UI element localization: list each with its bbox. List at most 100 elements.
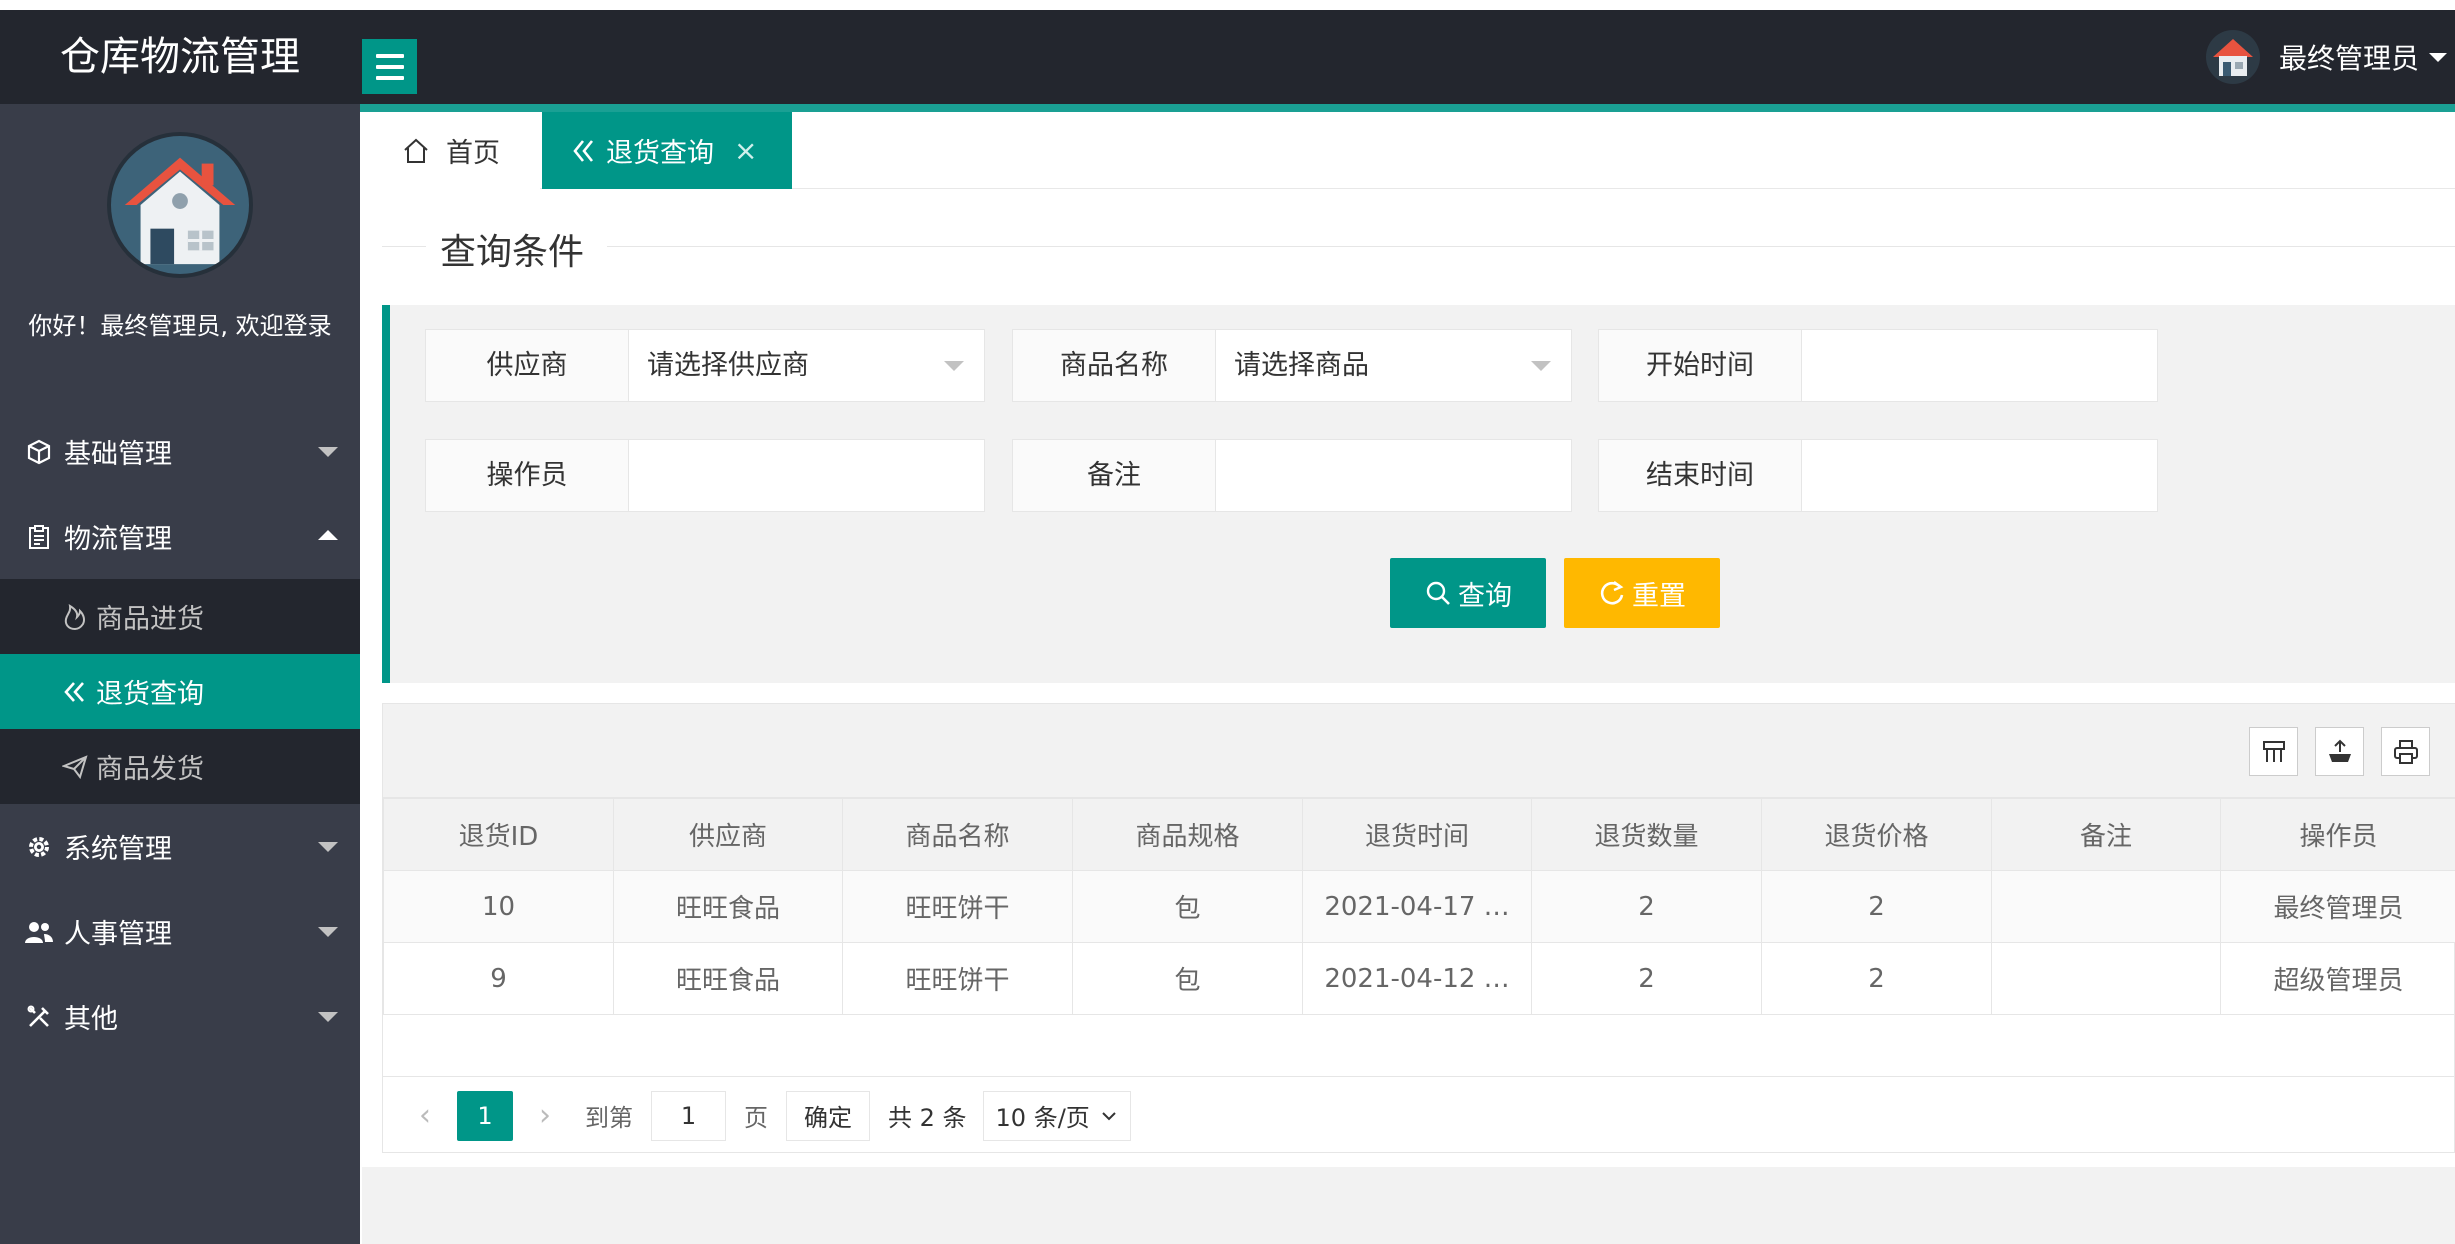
sidebar-item-purchase[interactable]: 商品进货 bbox=[0, 579, 360, 654]
product-field: 商品名称 请选择商品 bbox=[1012, 329, 1572, 402]
sidebar-item-label: 退货查询 bbox=[96, 679, 204, 710]
avatar bbox=[107, 132, 253, 278]
sidebar-item-return-query[interactable]: 退货查询 bbox=[0, 654, 360, 729]
table-toolbar bbox=[383, 704, 2455, 798]
table-cell: 包 bbox=[1072, 870, 1303, 943]
reset-button[interactable]: 重置 bbox=[1564, 558, 1720, 628]
page-size-select[interactable]: 10 条/页 bbox=[982, 1090, 1131, 1141]
table-cell: 旺旺食品 bbox=[613, 870, 843, 943]
table-cell: 超级管理员 bbox=[2220, 942, 2455, 1015]
field-label: 供应商 bbox=[426, 330, 629, 401]
end-time-input[interactable] bbox=[1802, 440, 2157, 511]
remark-field: 备注 bbox=[1012, 439, 1572, 512]
search-button[interactable]: 查询 bbox=[1390, 558, 1546, 628]
sidebar-item-shipping[interactable]: 商品发货 bbox=[0, 729, 360, 804]
column-header[interactable]: 商品规格 bbox=[1072, 798, 1303, 871]
end-time-field: 结束时间 bbox=[1598, 439, 2158, 512]
paper-plane-icon bbox=[60, 752, 90, 782]
field-label: 结束时间 bbox=[1599, 440, 1802, 511]
sidebar-item-label: 商品发货 bbox=[96, 754, 204, 785]
table-cell: 旺旺饼干 bbox=[842, 870, 1073, 943]
menu-toggle-button[interactable] bbox=[362, 39, 417, 94]
table-row[interactable]: 10 旺旺食品 旺旺饼干 包 2021-04-17 … 2 2 最终管理员 bbox=[383, 870, 2455, 943]
supplier-select[interactable]: 请选择供应商 bbox=[629, 330, 984, 401]
users-icon bbox=[24, 917, 54, 947]
sidebar-item-system[interactable]: 系统管理 bbox=[0, 804, 360, 889]
table-cell: 旺旺饼干 bbox=[842, 942, 1073, 1015]
table-cell: 2 bbox=[1761, 870, 1992, 943]
field-label: 开始时间 bbox=[1599, 330, 1802, 401]
column-header[interactable]: 供应商 bbox=[613, 798, 843, 871]
start-time-input[interactable] bbox=[1802, 330, 2157, 401]
column-header[interactable]: 退货价格 bbox=[1761, 798, 1992, 871]
columns-filter-button[interactable] bbox=[2249, 727, 2298, 776]
app-window: 仓库物流管理 最终管理员 你好！最终管理员, 欢迎登录 基础管理 物流管理 商品… bbox=[0, 0, 2455, 1244]
page-unit-label: 页 bbox=[744, 1104, 768, 1132]
search-icon bbox=[1426, 581, 1450, 605]
table-cell: 2 bbox=[1761, 942, 1992, 1015]
chevron-down-icon bbox=[1102, 1111, 1116, 1120]
goto-confirm-button[interactable]: 确定 bbox=[786, 1090, 870, 1141]
table-cell: 2021-04-17 … bbox=[1302, 870, 1532, 943]
flame-icon bbox=[60, 602, 90, 632]
query-section-header: 查询条件 bbox=[362, 189, 2455, 305]
table-cell: 2021-04-12 … bbox=[1302, 942, 1532, 1015]
field-label: 操作员 bbox=[426, 440, 629, 511]
query-form: 供应商 请选择供应商 商品名称 请选择商品 开始时间 操作员 备注 结束时间 查… bbox=[382, 305, 2455, 683]
chevron-down-icon bbox=[318, 927, 338, 937]
next-page-button[interactable]: › bbox=[525, 1098, 565, 1133]
sidebar-profile: 你好！最终管理员, 欢迎登录 bbox=[0, 132, 360, 341]
sidebar-item-label: 系统管理 bbox=[64, 834, 172, 865]
sidebar-item-basic[interactable]: 基础管理 bbox=[0, 409, 360, 494]
footer-area bbox=[362, 1167, 2455, 1244]
house-icon bbox=[124, 157, 236, 265]
export-button[interactable] bbox=[2315, 727, 2364, 776]
submenu-logistics: 商品进货 退货查询 商品发货 bbox=[0, 579, 360, 804]
column-header[interactable]: 备注 bbox=[1991, 798, 2221, 871]
column-header[interactable]: 退货ID bbox=[383, 798, 614, 871]
chevron-down-icon bbox=[1531, 361, 1551, 371]
columns-icon bbox=[2262, 740, 2285, 762]
goto-page-input[interactable]: 1 bbox=[651, 1090, 726, 1141]
user-menu[interactable]: 最终管理员 bbox=[2205, 10, 2455, 104]
table-cell bbox=[1991, 942, 2221, 1015]
tab-return-query[interactable]: 退货查询 × bbox=[542, 112, 792, 189]
chevron-up-icon bbox=[318, 530, 338, 540]
sidebar: 你好！最终管理员, 欢迎登录 基础管理 物流管理 商品进货 退货查询 商品发货 … bbox=[0, 104, 360, 1244]
column-header[interactable]: 操作员 bbox=[2220, 798, 2455, 871]
prev-page-button[interactable]: ‹ bbox=[405, 1098, 445, 1133]
chevron-down-icon bbox=[318, 1012, 338, 1022]
column-header[interactable]: 退货数量 bbox=[1531, 798, 1762, 871]
table-header-row: 退货ID 供应商 商品名称 商品规格 退货时间 退货数量 退货价格 备注 操作员 bbox=[383, 798, 2455, 871]
column-header[interactable]: 退货时间 bbox=[1302, 798, 1532, 871]
table-cell: 旺旺食品 bbox=[613, 942, 843, 1015]
printer-icon bbox=[2393, 739, 2418, 764]
product-select[interactable]: 请选择商品 bbox=[1216, 330, 1571, 401]
print-button[interactable] bbox=[2381, 727, 2430, 776]
chevron-down-icon bbox=[2429, 52, 2447, 62]
tools-icon bbox=[24, 1002, 54, 1032]
search-button-label: 查询 bbox=[1458, 580, 1512, 612]
sidebar-item-other[interactable]: 其他 bbox=[0, 974, 360, 1059]
reset-button-label: 重置 bbox=[1632, 580, 1686, 612]
user-name: 最终管理员 bbox=[2278, 42, 2419, 75]
chevron-down-icon bbox=[944, 361, 964, 371]
top-bar: 仓库物流管理 最终管理员 bbox=[0, 10, 2455, 104]
field-label: 商品名称 bbox=[1013, 330, 1216, 401]
table-row[interactable]: 9 旺旺食品 旺旺饼干 包 2021-04-12 … 2 2 超级管理员 bbox=[383, 942, 2455, 1015]
chevron-down-icon bbox=[318, 447, 338, 457]
current-page[interactable]: 1 bbox=[457, 1090, 513, 1141]
tab-bar: 首页 退货查询 × bbox=[362, 112, 2455, 189]
close-icon[interactable]: × bbox=[734, 134, 757, 167]
welcome-text: 你好！最终管理员, 欢迎登录 bbox=[28, 312, 332, 340]
gear-icon bbox=[24, 832, 54, 862]
pagination: ‹ 1 › 到第 1 页 确定 共 2 条 10 条/页 bbox=[383, 1076, 2455, 1154]
operator-input[interactable] bbox=[629, 440, 984, 511]
tab-label: 首页 bbox=[446, 138, 500, 169]
sidebar-item-logistics[interactable]: 物流管理 bbox=[0, 494, 360, 579]
sidebar-item-hr[interactable]: 人事管理 bbox=[0, 889, 360, 974]
remark-input[interactable] bbox=[1216, 440, 1571, 511]
column-header[interactable]: 商品名称 bbox=[842, 798, 1073, 871]
tab-home[interactable]: 首页 bbox=[362, 112, 540, 189]
export-icon bbox=[2328, 739, 2351, 762]
